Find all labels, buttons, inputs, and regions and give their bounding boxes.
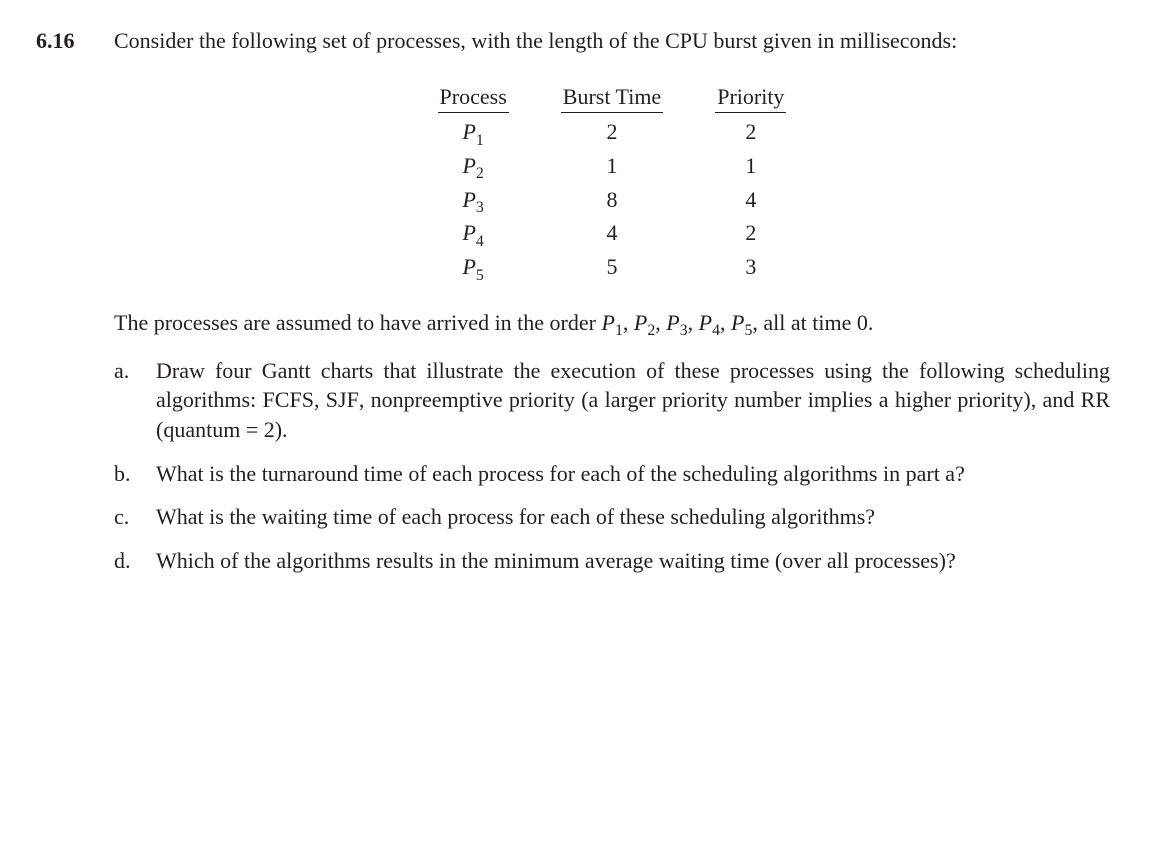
cell-priority: 2 bbox=[689, 216, 812, 250]
process-table: Process Burst Time Priority P1 2 2 P2 1 … bbox=[412, 78, 813, 284]
cell-process: P4 bbox=[412, 216, 535, 250]
problem-block: 6.16 Consider the following set of proce… bbox=[36, 26, 1110, 590]
intro-text: Consider the following set of processes,… bbox=[114, 26, 1110, 56]
part-text: Draw four Gantt charts that illustrate t… bbox=[156, 356, 1110, 445]
cell-burst: 5 bbox=[535, 250, 689, 284]
table-row: P5 5 3 bbox=[412, 250, 813, 284]
table-row: P3 8 4 bbox=[412, 183, 813, 217]
problem-number: 6.16 bbox=[36, 26, 114, 56]
cell-priority: 3 bbox=[689, 250, 812, 284]
col-header-burst: Burst Time bbox=[535, 78, 689, 116]
part-label: c. bbox=[114, 502, 156, 532]
part-b: b. What is the turnaround time of each p… bbox=[114, 459, 1110, 489]
part-a: a. Draw four Gantt charts that illustrat… bbox=[114, 356, 1110, 445]
part-label: d. bbox=[114, 546, 156, 576]
cell-burst: 4 bbox=[535, 216, 689, 250]
part-d: d. Which of the algorithms results in th… bbox=[114, 546, 1110, 576]
part-label: b. bbox=[114, 459, 156, 489]
cell-process: P5 bbox=[412, 250, 535, 284]
cell-burst: 1 bbox=[535, 149, 689, 183]
part-text: What is the turnaround time of each proc… bbox=[156, 459, 1110, 489]
cell-process: P3 bbox=[412, 183, 535, 217]
table-row: P1 2 2 bbox=[412, 115, 813, 149]
part-c: c. What is the waiting time of each proc… bbox=[114, 502, 1110, 532]
cell-burst: 2 bbox=[535, 115, 689, 149]
col-header-process: Process bbox=[412, 78, 535, 116]
arrival-note: The processes are assumed to have arrive… bbox=[114, 308, 1110, 338]
col-header-priority: Priority bbox=[689, 78, 812, 116]
cell-process: P1 bbox=[412, 115, 535, 149]
cell-priority: 1 bbox=[689, 149, 812, 183]
problem-body: Consider the following set of processes,… bbox=[114, 26, 1110, 590]
cell-burst: 8 bbox=[535, 183, 689, 217]
cell-priority: 2 bbox=[689, 115, 812, 149]
cell-process: P2 bbox=[412, 149, 535, 183]
part-label: a. bbox=[114, 356, 156, 445]
subparts-list: a. Draw four Gantt charts that illustrat… bbox=[114, 356, 1110, 576]
part-text: Which of the algorithms results in the m… bbox=[156, 546, 1110, 576]
cell-priority: 4 bbox=[689, 183, 812, 217]
part-text: What is the waiting time of each process… bbox=[156, 502, 1110, 532]
table-row: P4 4 2 bbox=[412, 216, 813, 250]
table-row: P2 1 1 bbox=[412, 149, 813, 183]
